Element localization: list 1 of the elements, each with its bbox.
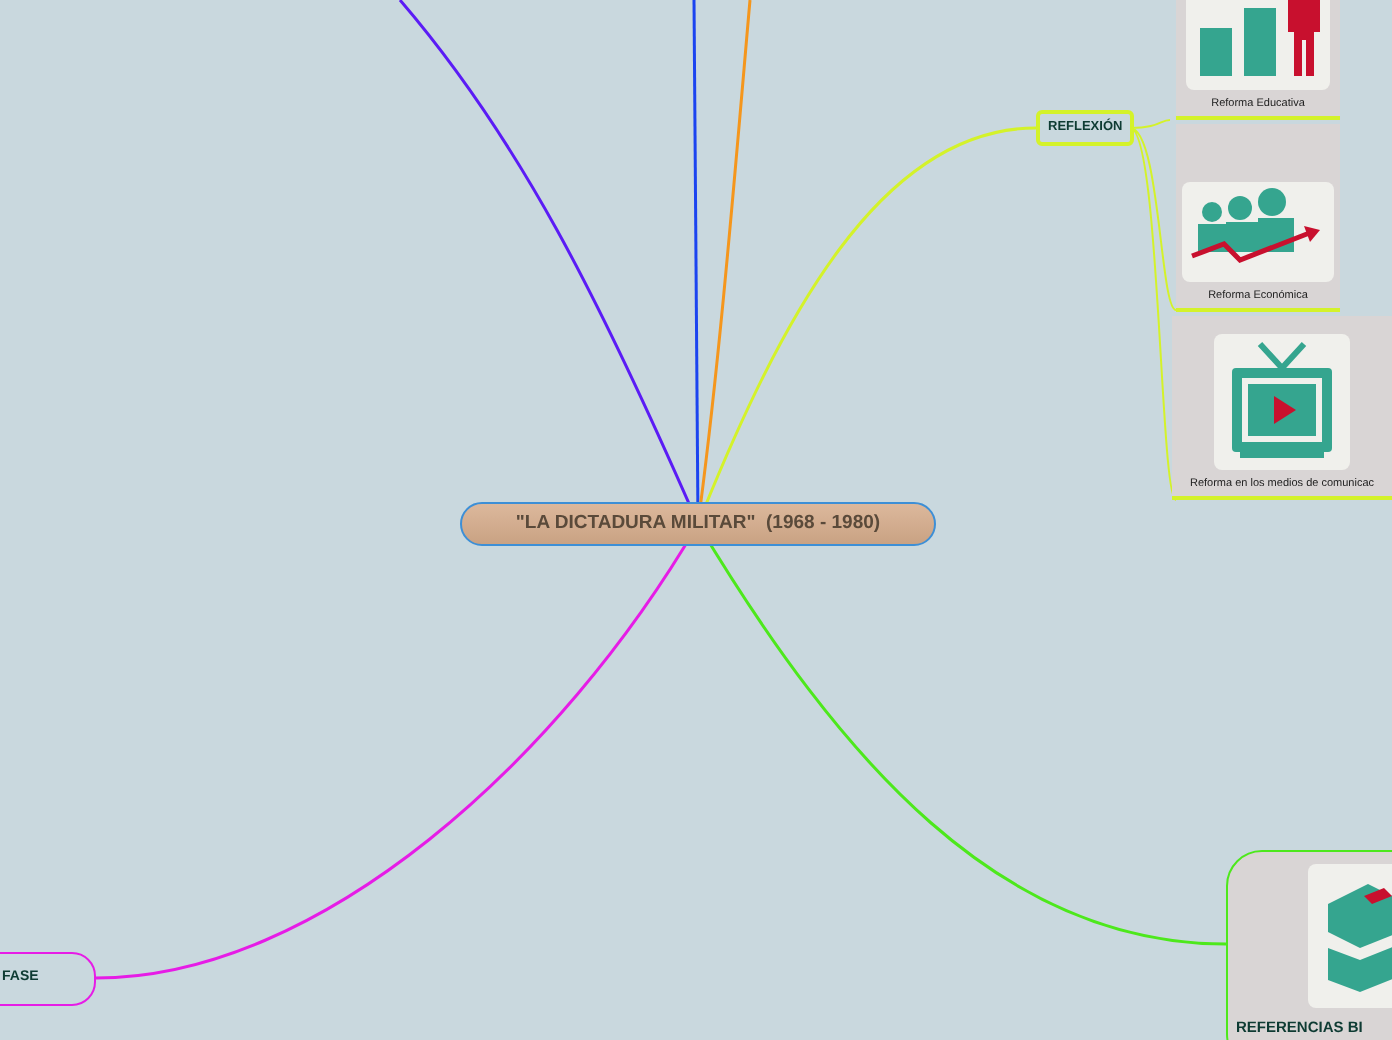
- root-topic[interactable]: "LA DICTADURA MILITAR" (1968 - 1980): [460, 502, 936, 546]
